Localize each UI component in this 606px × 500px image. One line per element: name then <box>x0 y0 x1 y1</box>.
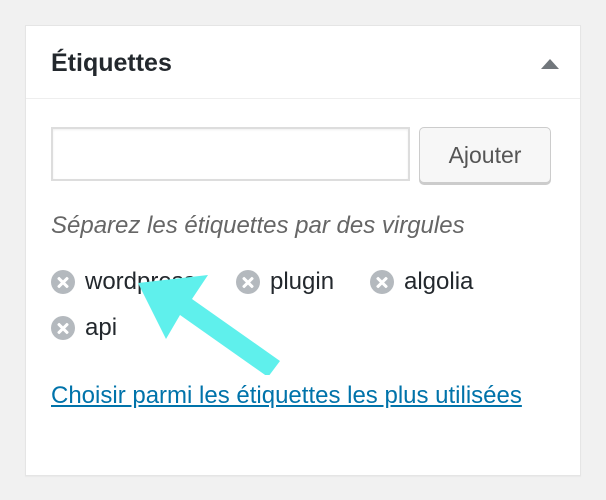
tag-label: api <box>85 314 118 341</box>
metabox-title: Étiquettes <box>51 49 172 77</box>
remove-tag-icon[interactable] <box>370 270 394 294</box>
annotation-arrow-icon <box>138 275 280 375</box>
metabox-header[interactable]: Étiquettes <box>26 26 580 99</box>
tag-item: api <box>51 313 117 343</box>
most-used-tags-link[interactable]: Choisir parmi les étiquettes les plus ut… <box>51 376 531 416</box>
remove-tag-icon[interactable] <box>51 270 75 294</box>
collapse-toggle-icon[interactable] <box>538 52 562 76</box>
add-tag-button[interactable]: Ajouter <box>419 127 551 183</box>
new-tag-input[interactable] <box>51 127 410 181</box>
remove-tag-icon[interactable] <box>51 316 75 340</box>
tag-item: algolia <box>370 267 473 297</box>
tag-separator-hint: Séparez les étiquettes par des virgules <box>51 212 465 239</box>
tags-metabox: Étiquettes Ajouter Séparez les étiquette… <box>25 25 581 476</box>
tag-label: algolia <box>404 268 474 295</box>
triangle-up-icon <box>541 59 559 69</box>
